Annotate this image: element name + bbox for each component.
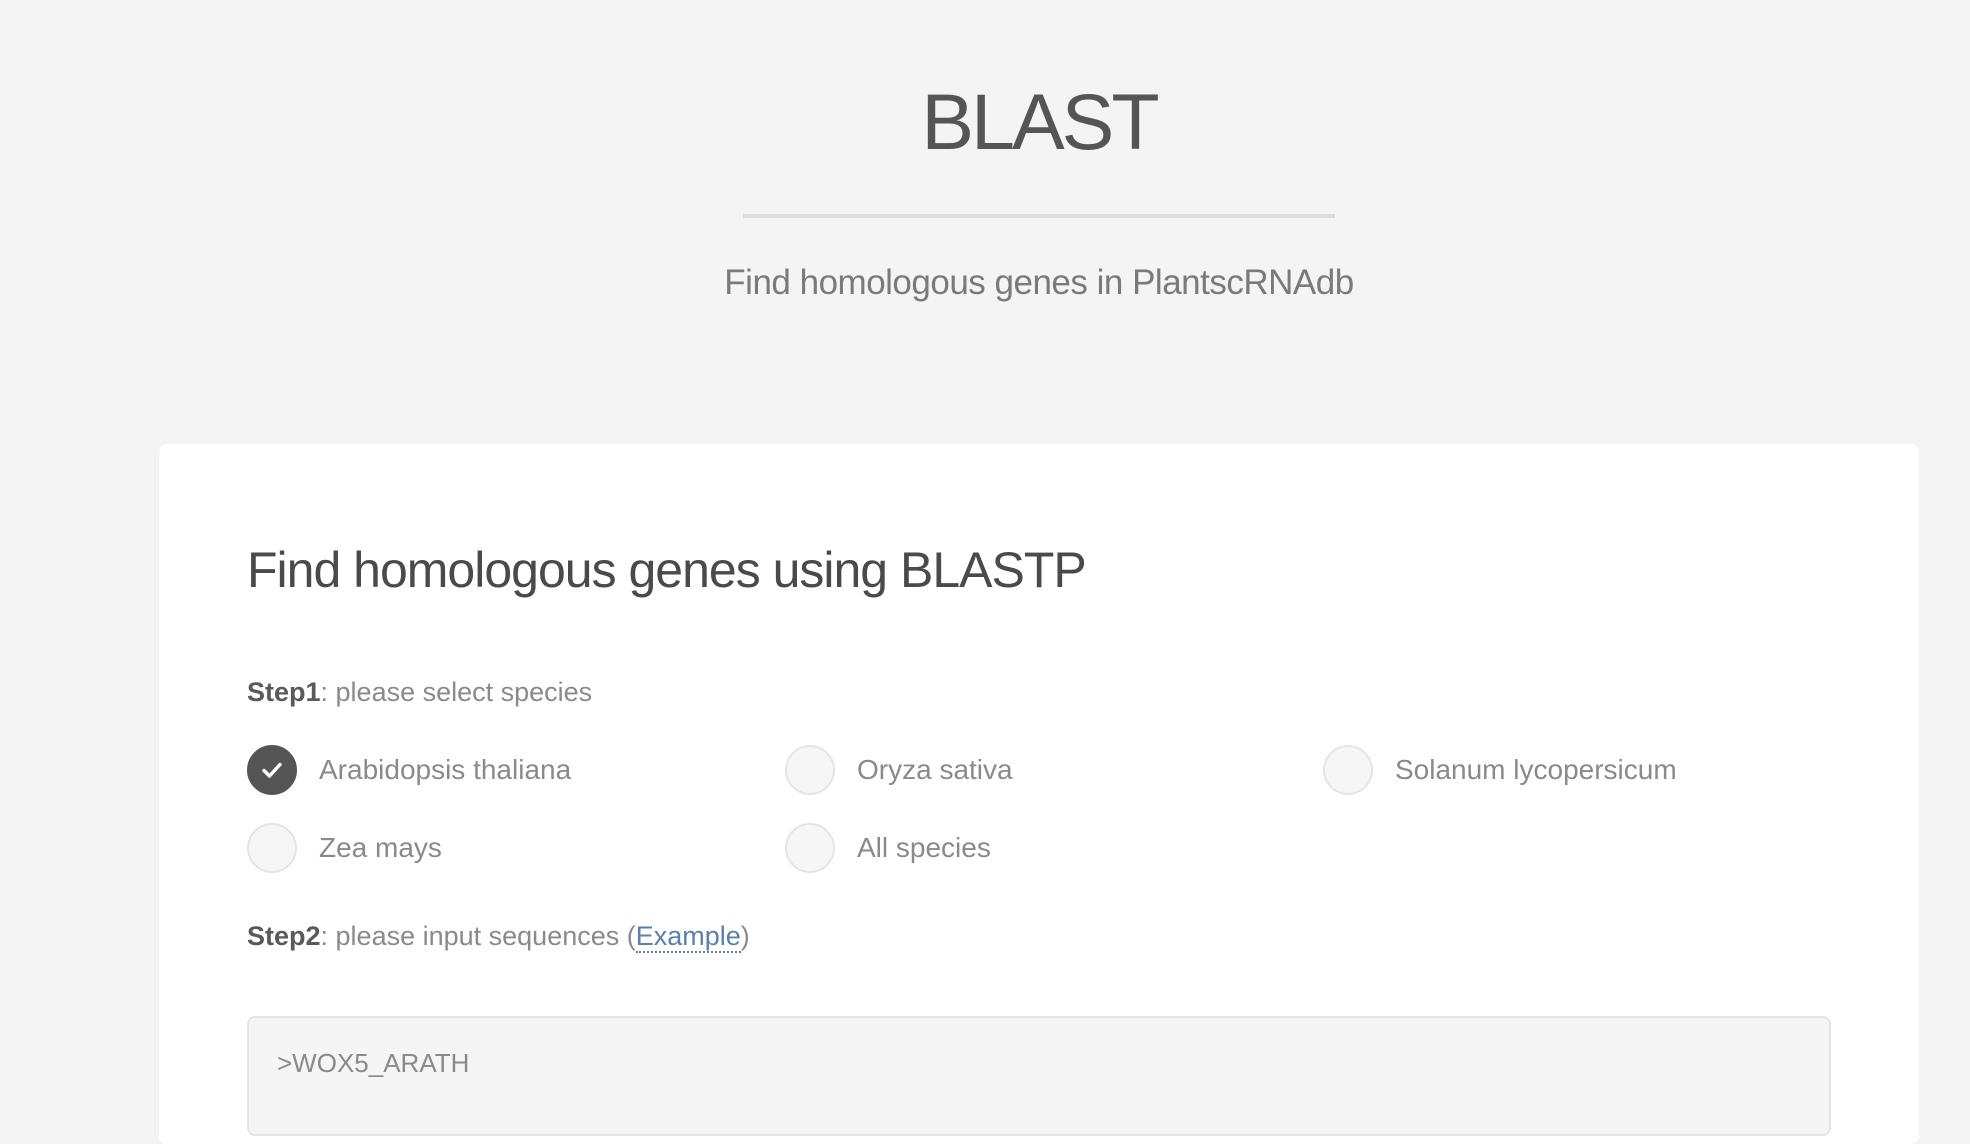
step1-label: Step1 (247, 677, 321, 707)
species-label: Zea mays (319, 832, 442, 863)
page-subtitle: Find homologous genes in PlantscRNAdb (724, 263, 1354, 302)
species-radio-all-species[interactable]: All species (785, 823, 991, 873)
step1-text: : please select species (320, 677, 593, 707)
step2-text: : please input sequences ( (320, 921, 636, 951)
species-label: Oryza sativa (857, 754, 1013, 785)
radio-unchecked-indicator[interactable] (1323, 745, 1373, 795)
example-link[interactable]: Example (635, 921, 741, 953)
header-divider (743, 214, 1335, 218)
step1-instruction: Step1: please select species (247, 672, 592, 712)
radio-unchecked-indicator[interactable] (247, 823, 297, 873)
radio-checked-indicator[interactable] (247, 745, 297, 795)
species-radio-solanum-lycopersicum[interactable]: Solanum lycopersicum (1323, 745, 1677, 795)
step2-label: Step2 (247, 921, 321, 951)
species-label: Arabidopsis thaliana (319, 754, 572, 785)
step2-close-paren: ) (740, 921, 750, 951)
species-label: All species (857, 832, 991, 863)
species-radio-oryza-sativa[interactable]: Oryza sativa (785, 745, 1013, 795)
page-title: BLAST (921, 77, 1159, 166)
species-label: Solanum lycopersicum (1395, 754, 1677, 785)
form-title: Find homologous genes using BLASTP (247, 542, 1087, 598)
radio-unchecked-indicator[interactable] (785, 823, 835, 873)
checkmark-icon (262, 762, 282, 778)
radio-unchecked-indicator[interactable] (785, 745, 835, 795)
page-header: BLAST Find homologous genes in PlantscRN… (0, 0, 1970, 440)
sequence-input[interactable]: >WOX5_ARATH (247, 1016, 1831, 1136)
step2-instruction: Step2: please input sequences (Example) (247, 916, 750, 956)
species-radio-arabidopsis-thaliana[interactable]: Arabidopsis thaliana (247, 745, 571, 795)
species-radio-zea-mays[interactable]: Zea mays (247, 823, 442, 873)
